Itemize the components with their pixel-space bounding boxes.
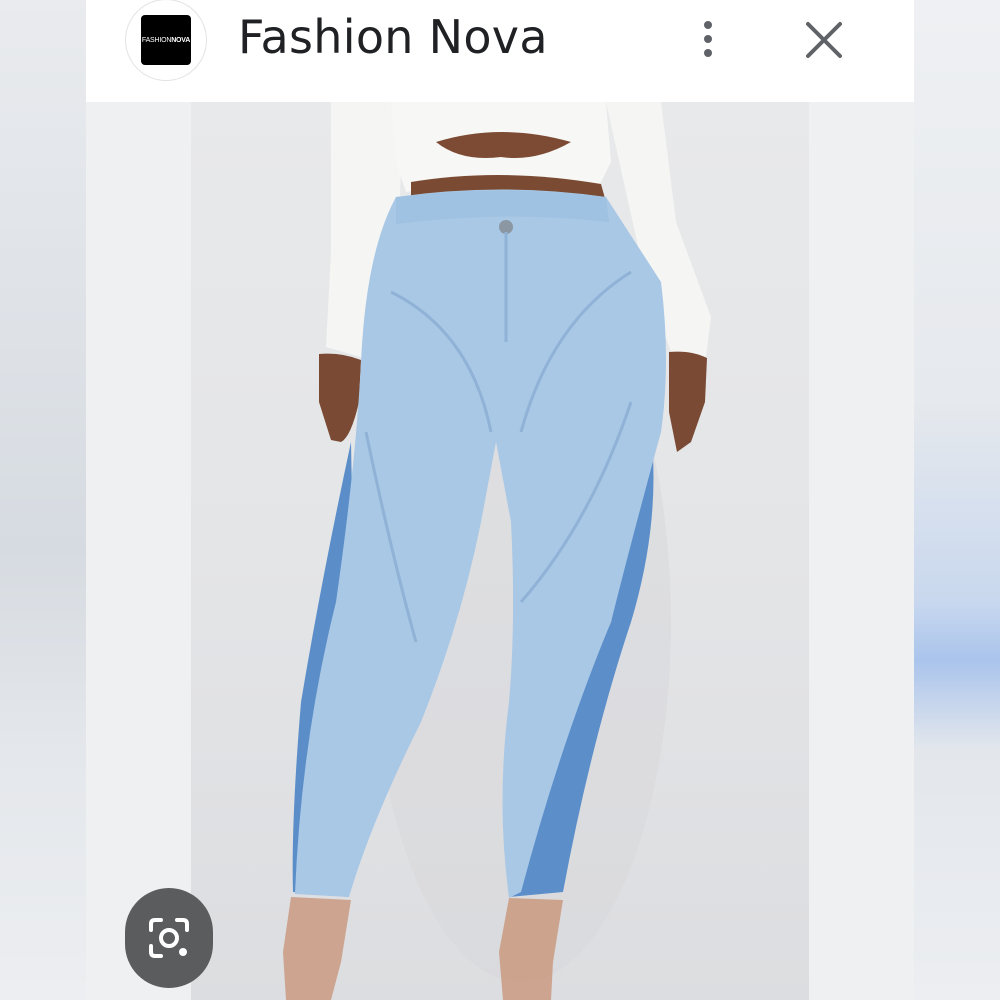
fashion-nova-logo-icon: FASHIONNOVA xyxy=(141,15,191,65)
close-icon xyxy=(806,22,842,58)
google-lens-button[interactable] xyxy=(125,888,213,988)
site-logo[interactable]: FASHIONNOVA xyxy=(126,0,206,80)
logo-text-bold: NOVA xyxy=(171,36,191,44)
more-vertical-icon xyxy=(704,21,712,29)
site-title[interactable]: Fashion Nova xyxy=(238,10,548,64)
preview-header: FASHIONNOVA Fashion Nova xyxy=(86,0,914,102)
logo-text-light: FASHION xyxy=(141,36,172,44)
blurred-background-left xyxy=(0,0,86,1000)
close-button[interactable] xyxy=(800,16,848,64)
google-lens-icon xyxy=(149,918,189,958)
blurred-background-right xyxy=(914,0,1000,1000)
product-photo[interactable] xyxy=(191,102,809,1000)
jeans-illustration xyxy=(283,102,711,1000)
more-options-button[interactable] xyxy=(690,14,726,64)
